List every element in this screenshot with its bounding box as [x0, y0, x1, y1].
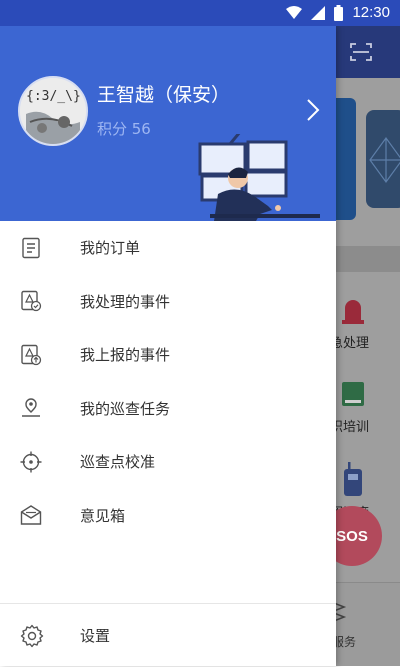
settings-label: 设置	[80, 627, 111, 645]
status-time: 12:30	[352, 4, 390, 21]
drawer-menu: 我的订单 我处理的事件 我上报的事件 我的巡查任务 巡查点校准 意见箱	[0, 221, 336, 542]
menu-item-feedback-box[interactable]: 意见箱	[0, 489, 336, 543]
scan-icon	[350, 43, 372, 61]
menu-item-label: 巡查点校准	[80, 453, 156, 472]
navigation-drawer: {:3/_\} 王智越（保安） 积分 56 我的订单 我处理的事件 我上报的事件…	[0, 26, 336, 666]
drawer-header[interactable]: {:3/_\} 王智越（保安） 积分 56	[0, 26, 336, 221]
chevron-right-icon[interactable]	[304, 98, 322, 122]
status-bar: 12:30	[0, 0, 400, 26]
mailbox-icon	[20, 505, 42, 525]
service-icon	[336, 602, 347, 622]
training-label: 织培训	[336, 420, 370, 435]
menu-item-checkpoint-calibration[interactable]: 巡查点校准	[0, 435, 336, 489]
alarm-light-icon	[342, 300, 364, 324]
avatar[interactable]: {:3/_\}	[18, 76, 88, 146]
gear-icon	[20, 624, 44, 648]
user-points: 积分 56	[97, 120, 151, 138]
bottom-nav: 服务	[336, 582, 400, 666]
background-app: 急处理 织培训 挥调度 SOS 服务	[336, 26, 400, 666]
menu-item-label: 我的巡查任务	[80, 399, 171, 418]
menu-item-label: 我处理的事件	[80, 292, 171, 311]
wifi-icon	[286, 5, 303, 19]
background-app-header	[336, 26, 400, 78]
order-list-icon	[22, 237, 40, 258]
user-name: 王智越（保安）	[97, 84, 231, 106]
menu-item-label: 意见箱	[80, 506, 126, 525]
location-pin-icon	[22, 398, 40, 417]
sos-button[interactable]: SOS	[336, 506, 382, 566]
svg-text:{:3/_\}: {:3/_\}	[26, 89, 81, 104]
menu-item-label: 我上报的事件	[80, 346, 171, 365]
menu-item-reported-events[interactable]: 我上报的事件	[0, 328, 336, 382]
menu-item-handled-events[interactable]: 我处理的事件	[0, 275, 336, 329]
menu-item-label: 我的订单	[80, 239, 141, 258]
handled-event-icon	[21, 291, 42, 312]
menu-item-my-orders[interactable]: 我的订单	[0, 221, 336, 275]
banner-right	[366, 110, 400, 208]
section-divider	[336, 246, 400, 272]
signal-icon	[311, 5, 326, 20]
walkie-talkie-icon	[344, 462, 362, 496]
banner-left	[336, 98, 356, 220]
bottom-nav-service-label[interactable]: 服务	[336, 633, 356, 650]
security-monitor-illustration	[198, 134, 320, 221]
reported-event-icon	[21, 344, 42, 365]
battery-icon	[334, 4, 344, 21]
emergency-label: 急处理	[336, 336, 370, 351]
book-icon	[342, 382, 364, 406]
settings-item[interactable]: 设置	[0, 603, 336, 667]
crosshair-icon	[20, 451, 42, 473]
menu-item-patrol-tasks[interactable]: 我的巡查任务	[0, 382, 336, 436]
